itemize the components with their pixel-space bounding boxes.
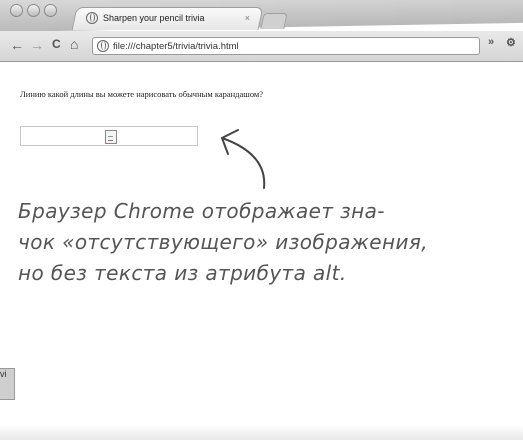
new-tab-button[interactable] [260, 13, 288, 29]
broken-image-icon [105, 130, 117, 144]
reload-icon[interactable]: C [52, 37, 61, 51]
annotation-arrow-icon [221, 129, 266, 189]
address-text: file:///chapter5/trivia/trivia.html [113, 40, 239, 52]
background-window-label: vi [0, 369, 7, 379]
page-globe-icon [97, 40, 109, 52]
minimize-window-button[interactable] [27, 4, 40, 17]
tab-title: Sharpen your pencil trivia [103, 13, 205, 23]
browser-tab-content[interactable]: Sharpen your pencil trivia × [86, 9, 256, 27]
trivia-question: Линию какой длины вы можете нарисовать о… [20, 89, 264, 99]
background-window-edge: vi [0, 368, 15, 400]
address-bar[interactable]: file:///chapter5/trivia/trivia.html [92, 37, 480, 55]
home-icon[interactable]: ⌂ [70, 36, 78, 52]
zoom-window-button[interactable] [44, 4, 57, 17]
note-line: чок «отсутствующего» изображения, [18, 230, 429, 254]
close-window-button[interactable] [10, 4, 23, 17]
forward-arrow-icon[interactable]: → [30, 37, 44, 53]
wrench-icon[interactable]: ⚙ [506, 36, 516, 49]
window-bottom-edge [0, 425, 523, 440]
note-line: Браузер Chrome отображает зна- [18, 199, 385, 223]
note-line: но без текста из атрибута alt. [18, 261, 347, 285]
window-controls [10, 4, 57, 17]
back-arrow-icon[interactable]: ← [10, 37, 24, 53]
overflow-chevron-icon[interactable]: » [488, 36, 494, 48]
tab-close-icon[interactable]: × [245, 13, 250, 23]
broken-image-placeholder [20, 126, 198, 146]
page-icon [86, 12, 98, 24]
handwritten-note: Браузер Chrome отображает зна- чок «отсу… [18, 196, 518, 289]
